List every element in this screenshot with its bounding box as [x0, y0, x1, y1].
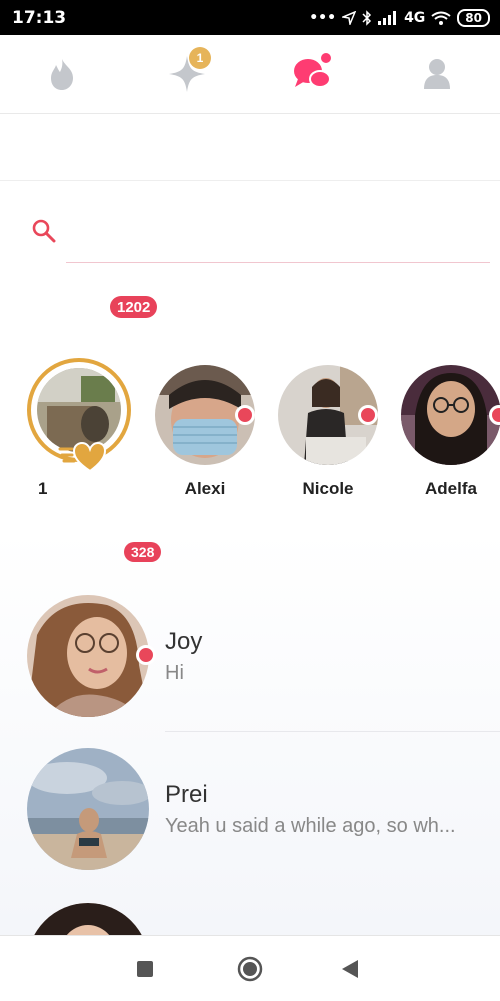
online-indicator	[235, 405, 255, 425]
message-sender-name: Joy	[165, 628, 203, 655]
new-matches-count-badge: 1202	[110, 296, 158, 318]
online-indicator	[358, 405, 378, 425]
top-navigation: 1	[0, 35, 500, 114]
search-icon	[32, 219, 56, 243]
match-adelfa[interactable]: Adelfa	[391, 355, 500, 505]
flame-icon	[51, 59, 73, 90]
search-input[interactable]	[66, 214, 490, 246]
heart-icon	[58, 441, 106, 473]
message-divider	[165, 731, 500, 732]
more-dots-icon: •••	[309, 10, 337, 26]
square-icon	[137, 960, 153, 977]
signal-icon	[378, 11, 397, 25]
messages-notification-dot	[319, 51, 333, 65]
avatar	[401, 365, 500, 465]
messages-count-badge: 328	[124, 542, 162, 562]
message-preview: Hi	[165, 662, 184, 684]
wifi-icon	[431, 11, 451, 25]
home-button[interactable]	[220, 936, 280, 1001]
online-indicator	[136, 645, 156, 665]
message-preview: Yeah u said a while ago, so wh...	[165, 815, 456, 837]
match-name: Alexi	[184, 479, 226, 498]
triangle-back-icon	[342, 959, 358, 978]
match-name: Adelfa	[425, 479, 477, 498]
match-alexi[interactable]: Alexi	[145, 355, 265, 505]
status-icons: ••• 4G 80	[309, 7, 490, 29]
search-underline	[66, 262, 490, 263]
profile-icon	[424, 59, 450, 89]
back-button[interactable]	[320, 936, 380, 1001]
avatar	[27, 748, 149, 870]
status-bar: 17:13 ••• 4G 80	[0, 0, 500, 35]
tab-top-picks[interactable]: 1	[147, 35, 227, 113]
battery-icon: 80	[457, 9, 490, 27]
search-bar	[0, 200, 500, 270]
message-row-joy[interactable]: Joy Hi	[0, 583, 500, 733]
top-picks-badge: 1	[189, 47, 211, 69]
tab-discover[interactable]	[22, 35, 102, 113]
status-time: 17:13	[12, 8, 67, 28]
message-row-partial[interactable]	[0, 890, 500, 935]
message-row-prei[interactable]: Prei Yeah u said a while ago, so wh...	[0, 736, 500, 886]
network-type: 4G	[404, 10, 426, 26]
match-name: Nicole	[302, 479, 354, 498]
circle-icon	[237, 956, 263, 981]
avatar	[27, 595, 149, 717]
header-spacer	[0, 114, 500, 181]
system-navigation-bar	[0, 935, 500, 1001]
message-sender-name: Prei	[165, 781, 208, 808]
bluetooth-icon	[362, 10, 372, 26]
avatar	[27, 903, 149, 935]
recents-button[interactable]	[115, 936, 175, 1001]
match-nicole[interactable]: Nicole	[268, 355, 388, 505]
tab-profile[interactable]	[397, 35, 477, 113]
location-arrow-icon	[342, 11, 357, 25]
likes-you-card[interactable]: 1	[0, 355, 131, 505]
likes-count: 1	[38, 479, 48, 498]
new-matches-row: 1 Alexi Nicole Adelfa	[0, 355, 500, 505]
tab-messages[interactable]	[272, 35, 352, 113]
